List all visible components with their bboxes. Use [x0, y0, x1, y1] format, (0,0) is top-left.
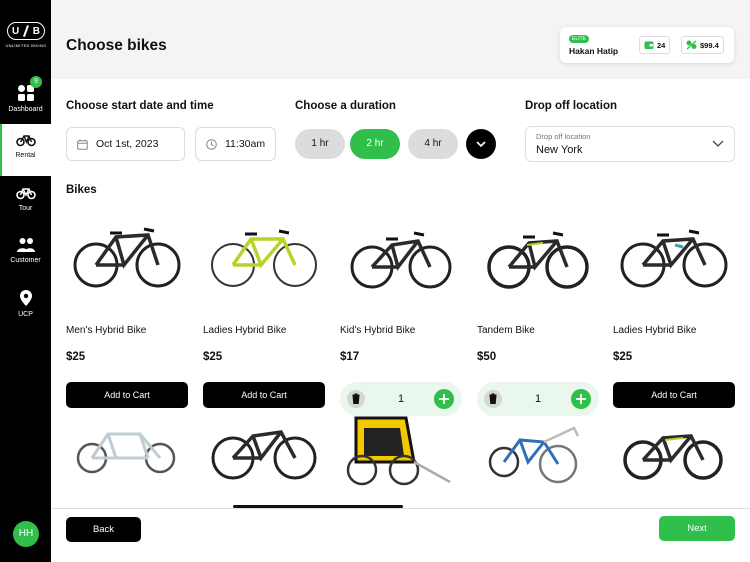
bike-image — [620, 229, 728, 288]
trash-icon[interactable] — [484, 390, 502, 408]
duration-label: Choose a duration — [295, 100, 396, 112]
duration-4hr-button[interactable]: 4 hr — [408, 129, 458, 159]
points-stat: 24 — [639, 36, 671, 54]
bike-image — [76, 432, 176, 474]
footer: Back Next — [51, 508, 750, 562]
sidebar-item-dashboard[interactable]: 9 Dashboard — [0, 76, 51, 128]
product-name: Ladies Hybrid Bike — [613, 325, 697, 336]
balance-stat: $99.4 — [681, 36, 724, 54]
money-icon — [686, 40, 697, 50]
date-value: Oct 1st, 2023 — [96, 138, 159, 150]
bikes-section-title: Bikes — [66, 184, 97, 196]
date-field[interactable]: Oct 1st, 2023 — [66, 127, 185, 161]
chevron-down-icon — [476, 141, 486, 148]
dropoff-field-label: Drop off location — [536, 132, 591, 141]
bike-image — [73, 227, 181, 288]
product-name: Ladies Hybrid Bike — [203, 325, 287, 336]
bicycle-icon — [15, 135, 36, 147]
product-price: $25 — [66, 351, 86, 363]
time-field[interactable]: 11:30am — [195, 127, 276, 161]
back-button[interactable]: Back — [66, 517, 141, 542]
wallet-icon — [644, 41, 654, 49]
start-date-label: Choose start date and time — [66, 100, 214, 112]
next-button[interactable]: Next — [659, 516, 735, 541]
duration-2hr-button[interactable]: 2 hr — [350, 129, 400, 159]
product-card[interactable]: Men's Hybrid Bike $25 Add to Cart — [66, 223, 188, 408]
duration-1hr-button[interactable]: 1 hr — [295, 129, 345, 159]
product-name: Kid's Hybrid Bike — [340, 325, 416, 336]
dropoff-select[interactable]: Drop off location New York — [525, 126, 735, 162]
sidebar-item-customer[interactable]: Customer — [0, 229, 51, 281]
dropoff-value: New York — [536, 144, 583, 156]
quantity-stepper[interactable]: 1 — [477, 382, 599, 416]
sidebar-item-rental[interactable]: Rental — [0, 124, 51, 176]
points-value: 24 — [657, 40, 666, 50]
product-price: $50 — [477, 351, 497, 363]
people-icon — [16, 238, 35, 252]
add-to-cart-button[interactable]: Add to Cart — [613, 382, 735, 408]
product-name: Tandem Bike — [477, 325, 535, 336]
sidebar-item-label: Tour — [18, 205, 33, 212]
user-name: Hakan Hatip — [569, 46, 619, 56]
product-card[interactable]: Ladies Hybrid Bike $25 Add to Cart — [613, 223, 735, 408]
trash-icon[interactable] — [347, 390, 365, 408]
bike-image — [623, 434, 723, 480]
bike-trailer-image — [346, 416, 451, 486]
page-title: Choose bikes — [66, 37, 167, 54]
dropoff-label: Drop off location — [525, 100, 617, 112]
more-durations-button[interactable] — [466, 129, 496, 159]
sidebar-item-ucp[interactable]: UCP — [0, 281, 51, 333]
product-price: $25 — [203, 351, 223, 363]
bike-image — [211, 229, 317, 287]
bike-image — [487, 231, 589, 289]
quantity-value: 1 — [397, 393, 405, 405]
bike-image — [350, 231, 452, 289]
balance-value: $99.4 — [700, 40, 719, 50]
sidebar-item-tour[interactable]: Tour — [0, 177, 51, 229]
clock-icon — [206, 138, 217, 150]
header: Choose bikes ELITE Hakan Hatip 24 $99.4 — [51, 0, 750, 79]
location-pin-icon — [19, 290, 32, 306]
notification-badge: 9 — [30, 76, 42, 88]
product-price: $25 — [613, 351, 633, 363]
product-card[interactable]: Kid's Hybrid Bike $17 1 — [340, 223, 462, 416]
sidebar-item-label: Rental — [15, 152, 36, 159]
sidebar-item-label: UCP — [18, 311, 33, 318]
sidebar: U B UNLIMITED BIKING 9 Dashboard Rental … — [0, 0, 51, 562]
sidebar-item-label: Dashboard — [8, 106, 43, 113]
tandem-icon — [15, 188, 36, 200]
quantity-value: 1 — [534, 393, 542, 405]
logo: U B UNLIMITED BIKING — [4, 22, 48, 48]
logo-letter-u: U — [12, 25, 20, 37]
product-card[interactable]: Ladies Hybrid Bike $25 Add to Cart — [203, 223, 325, 408]
plus-icon[interactable] — [434, 389, 454, 409]
add-to-cart-button[interactable]: Add to Cart — [203, 382, 325, 408]
bike-image — [211, 430, 317, 480]
product-card[interactable]: Tandem Bike $50 1 — [477, 223, 599, 416]
bike-image — [488, 426, 580, 484]
avatar[interactable]: HH — [13, 521, 39, 547]
sidebar-item-label: Customer — [10, 257, 41, 264]
chevron-down-icon — [712, 140, 724, 147]
logo-mark: U B — [7, 22, 45, 40]
logo-letter-b: B — [32, 25, 40, 37]
time-value: 11:30am — [225, 138, 266, 150]
add-to-cart-button[interactable]: Add to Cart — [66, 382, 188, 408]
calendar-icon — [77, 139, 88, 150]
user-card[interactable]: ELITE Hakan Hatip 24 $99.4 — [560, 27, 734, 63]
product-name: Men's Hybrid Bike — [66, 325, 147, 336]
plus-icon[interactable] — [571, 389, 591, 409]
tier-badge: ELITE — [569, 35, 589, 43]
logo-text: UNLIMITED BIKING — [5, 43, 47, 48]
product-price: $17 — [340, 351, 360, 363]
